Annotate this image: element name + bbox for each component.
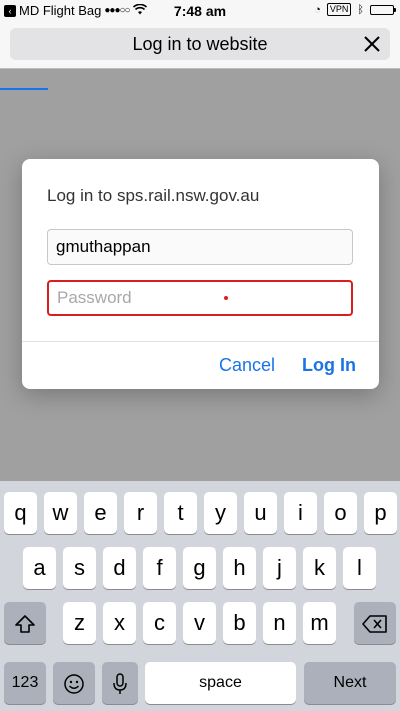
key-w[interactable]: w: [44, 492, 77, 534]
key-m[interactable]: m: [303, 602, 336, 644]
key-l[interactable]: l: [343, 547, 376, 589]
numbers-key[interactable]: 123: [4, 662, 46, 704]
key-g[interactable]: g: [183, 547, 216, 589]
status-bar: ‹ MD Flight Bag ●●●○○ 7:48 am ◔ VPN ᛒ: [0, 0, 400, 22]
key-f[interactable]: f: [143, 547, 176, 589]
password-placeholder: Password: [57, 288, 132, 307]
status-right: ◔ VPN ᛒ: [314, 3, 396, 16]
page-load-progress: [0, 88, 48, 90]
on-screen-keyboard: q w e r t y u i o p a s d f g h j k l z …: [0, 481, 400, 711]
key-o[interactable]: o: [324, 492, 357, 534]
tap-indicator: [224, 296, 228, 300]
key-x[interactable]: x: [103, 602, 136, 644]
key-p[interactable]: p: [364, 492, 397, 534]
space-key[interactable]: space: [145, 662, 296, 704]
microphone-icon: [113, 673, 127, 695]
key-z[interactable]: z: [63, 602, 96, 644]
close-icon: [364, 36, 380, 52]
alarm-icon: ◔: [314, 3, 321, 16]
battery-icon: [370, 4, 396, 15]
login-button[interactable]: Log In: [302, 355, 356, 376]
key-u[interactable]: u: [244, 492, 277, 534]
key-d[interactable]: d: [103, 547, 136, 589]
shift-key[interactable]: [4, 602, 46, 644]
vpn-badge: VPN: [326, 3, 352, 16]
bluetooth-icon: ᛒ: [357, 3, 364, 16]
next-key[interactable]: Next: [304, 662, 396, 704]
dictation-key[interactable]: [102, 662, 138, 704]
key-e[interactable]: e: [84, 492, 117, 534]
key-i[interactable]: i: [284, 492, 317, 534]
key-b[interactable]: b: [223, 602, 256, 644]
key-h[interactable]: h: [223, 547, 256, 589]
key-q[interactable]: q: [4, 492, 37, 534]
key-c[interactable]: c: [143, 602, 176, 644]
key-n[interactable]: n: [263, 602, 296, 644]
backspace-icon: [362, 615, 387, 633]
emoji-key[interactable]: [53, 662, 95, 704]
dialog-title: Log in to sps.rail.nsw.gov.au: [47, 186, 260, 205]
navigation-bar: Log in to website: [0, 22, 400, 90]
dialog-divider: [22, 341, 379, 342]
key-y[interactable]: y: [204, 492, 237, 534]
backspace-key[interactable]: [354, 602, 396, 644]
key-v[interactable]: v: [183, 602, 216, 644]
cancel-button[interactable]: Cancel: [219, 355, 275, 376]
close-button[interactable]: [358, 30, 386, 58]
shift-icon: [15, 615, 35, 633]
key-k[interactable]: k: [303, 547, 336, 589]
login-dialog: Log in to sps.rail.nsw.gov.au gmuthappan…: [22, 159, 379, 389]
username-field[interactable]: gmuthappan: [47, 229, 353, 265]
key-t[interactable]: t: [164, 492, 197, 534]
emoji-icon: [64, 674, 84, 694]
key-a[interactable]: a: [23, 547, 56, 589]
key-s[interactable]: s: [63, 547, 96, 589]
password-field[interactable]: Password: [47, 280, 353, 316]
page-title: Log in to website: [132, 34, 268, 54]
key-r[interactable]: r: [124, 492, 157, 534]
key-j[interactable]: j: [263, 547, 296, 589]
